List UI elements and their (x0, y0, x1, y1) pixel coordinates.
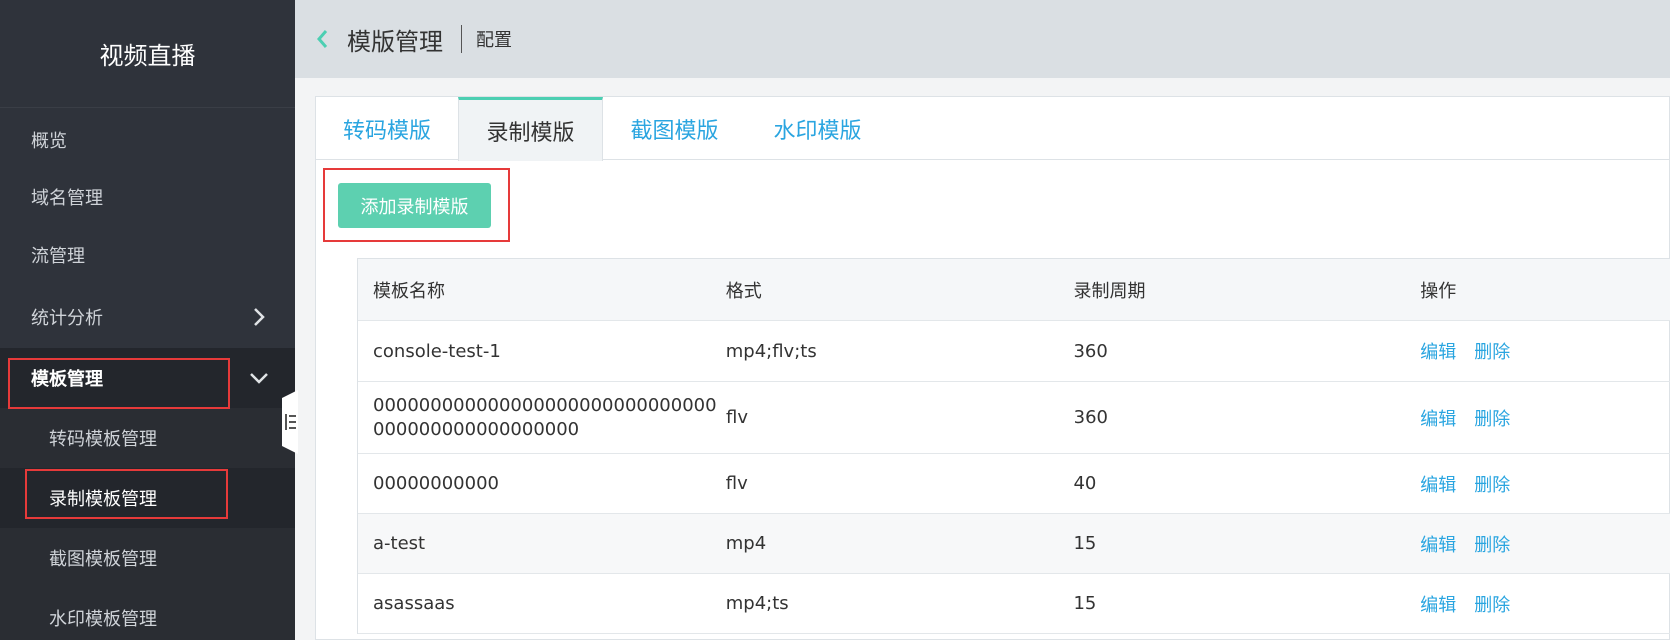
template-name: asassaas (373, 593, 455, 614)
sidebar-item-label: 统计分析 (31, 308, 103, 329)
chevron-right-icon (249, 307, 269, 327)
sidebar-title: 视频直播 (0, 0, 295, 108)
table-row: 000000000000000000000000000000 000000000… (358, 382, 1670, 454)
template-format: mp4 (725, 533, 767, 554)
tab-watermark[interactable]: 水印模版 (746, 97, 889, 160)
row-actions: 编辑 删除 (1405, 514, 1670, 573)
edit-link[interactable]: 编辑 (1420, 338, 1456, 364)
sidebar-subitem-snapshot[interactable]: 截图模板管理 (0, 528, 295, 588)
template-period: 15 (1073, 533, 1097, 554)
template-tabs: 转码模版 录制模版 截图模版 水印模版 (316, 97, 1670, 161)
row-actions: 编辑 删除 (1405, 382, 1670, 453)
row-actions: 编辑 删除 (1405, 454, 1670, 513)
sidebar-subitem-watermark[interactable]: 水印模板管理 (0, 588, 295, 640)
sidebar-item-statistics[interactable]: 统计分析 (0, 287, 295, 347)
edit-link[interactable]: 编辑 (1420, 405, 1456, 431)
sidebar-subitem-record[interactable]: 录制模板管理 (0, 468, 295, 528)
column-header-actions: 操作 (1420, 280, 1457, 302)
tab-record[interactable]: 录制模版 (458, 97, 603, 161)
sidebar-subitem-transcode[interactable]: 转码模板管理 (0, 408, 295, 468)
tab-transcode[interactable]: 转码模版 (316, 97, 458, 160)
template-period: 15 (1073, 593, 1097, 614)
table-header-row: 模板名称 格式 录制周期 操作 (358, 259, 1670, 321)
edit-link[interactable]: 编辑 (1420, 471, 1456, 497)
sidebar-item-domains[interactable]: 域名管理 (0, 167, 295, 227)
table-row: a-test mp4 15 编辑 删除 (358, 514, 1670, 574)
template-period: 360 (1073, 340, 1108, 362)
edit-link[interactable]: 编辑 (1420, 531, 1456, 557)
delete-link[interactable]: 删除 (1474, 471, 1510, 497)
template-name: a-test (373, 533, 426, 554)
column-header-name: 模板名称 (373, 280, 445, 302)
breadcrumb[interactable]: 配置 (476, 26, 512, 52)
delete-link[interactable]: 删除 (1474, 338, 1510, 364)
page-header: 模版管理 配置 (295, 0, 1670, 78)
tab-snapshot[interactable]: 截图模版 (603, 97, 746, 160)
record-template-table: 模板名称 格式 录制周期 操作 console-test-1 mp4;flv;t… (357, 258, 1670, 634)
table-row: asassaas mp4;ts 15 编辑 删除 (358, 574, 1670, 634)
delete-link[interactable]: 删除 (1474, 405, 1510, 431)
template-name: 00000000000 (373, 473, 499, 494)
sidebar-item-label: 模板管理 (31, 369, 103, 390)
template-period: 360 (1073, 407, 1108, 428)
column-header-period: 录制周期 (1073, 280, 1146, 302)
add-record-template-button[interactable]: 添加录制模版 (338, 183, 491, 228)
header-divider (461, 25, 462, 53)
sidebar-item-streams[interactable]: 流管理 (0, 225, 295, 285)
back-arrow-icon[interactable] (315, 27, 335, 51)
template-name-line: 000000000000000000000000000000 (373, 394, 717, 416)
template-format: mp4;flv;ts (725, 340, 817, 362)
sidebar: 视频直播 概览 域名管理 流管理 统计分析 模板管理 转码模板管理 录制模板管理… (0, 0, 295, 640)
row-actions: 编辑 删除 (1405, 574, 1670, 633)
template-name-line: 000000000000000000 (373, 418, 580, 440)
template-name: console-test-1 (373, 340, 501, 362)
table-row: 00000000000 flv 40 编辑 删除 (358, 454, 1670, 514)
row-actions: 编辑 删除 (1405, 321, 1670, 381)
sidebar-collapse-handle[interactable] (276, 390, 298, 454)
sidebar-item-overview[interactable]: 概览 (0, 110, 295, 170)
chevron-down-icon (249, 368, 269, 388)
main-panel: 转码模版 录制模版 截图模版 水印模版 添加录制模版 模板名称 格式 录制周期 … (315, 96, 1670, 640)
template-period: 40 (1073, 473, 1097, 494)
template-name: 000000000000000000000000000000 000000000… (358, 382, 717, 453)
sidebar-item-templates[interactable]: 模板管理 (0, 348, 295, 408)
template-format: mp4;ts (725, 593, 789, 614)
delete-link[interactable]: 删除 (1474, 531, 1510, 557)
edit-link[interactable]: 编辑 (1420, 591, 1456, 617)
template-format: flv (725, 473, 748, 494)
template-format: flv (726, 407, 748, 428)
page-title: 模版管理 (347, 27, 443, 56)
delete-link[interactable]: 删除 (1474, 591, 1510, 617)
table-row: console-test-1 mp4;flv;ts 360 编辑 删除 (358, 321, 1670, 382)
column-header-format: 格式 (725, 280, 762, 302)
